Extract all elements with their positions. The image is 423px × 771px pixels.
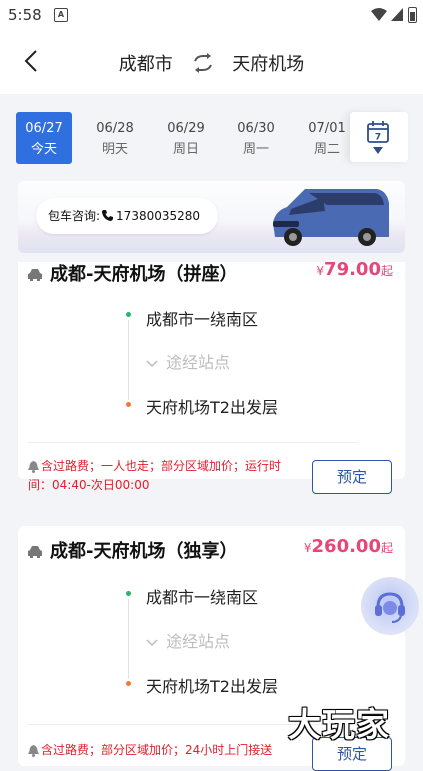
destination-stop: 天府机场T2出发层	[146, 398, 278, 417]
swap-icon[interactable]	[191, 53, 215, 73]
charter-banner: 包车咨询: 17380035280	[18, 181, 405, 253]
price-suffix: 起	[380, 264, 393, 278]
bell-icon	[28, 460, 39, 473]
via-stops-toggle[interactable]: 途经站点	[146, 628, 230, 652]
destination-stop: 天府机场T2出发层	[146, 677, 278, 696]
via-label: 途经站点	[166, 632, 231, 651]
wifi-icon	[371, 8, 387, 21]
via-stops-toggle[interactable]: 途经站点	[146, 349, 230, 373]
customer-service-button[interactable]	[361, 577, 419, 635]
price-suffix: 起	[380, 541, 393, 555]
trip-note: 含过路费；一人也走；部分区域加价；运行时间：04:40-次日00:00	[28, 457, 300, 495]
destination-dot	[126, 681, 131, 686]
weekday-label: 周一	[242, 142, 269, 157]
via-label: 途经站点	[166, 353, 231, 372]
dropdown-caret-icon	[373, 147, 383, 154]
origin-dot	[126, 312, 131, 317]
watermark: 大玩家	[288, 705, 390, 744]
date-label: 06/27	[25, 121, 63, 136]
destination-dot	[126, 402, 131, 407]
date-tab[interactable]: 06/27 今天	[16, 112, 72, 164]
trip-note: 含过路费；部分区域加价；24小时上门接送	[28, 741, 300, 760]
trip-title-text: 成都-天府机场（拼座）	[50, 264, 238, 285]
book-button[interactable]: 预定	[312, 460, 392, 494]
trip-note-text: 含过路费；部分区域加价；24小时上门接送	[41, 743, 273, 757]
van-image	[273, 189, 389, 246]
trip-title: 成都-天府机场（独享）	[28, 537, 237, 563]
date-selector: 06/27 今天 06/28 明天 06/29 周日 06/30 周一 07/0…	[16, 112, 408, 164]
calendar-button[interactable]: 7	[350, 112, 408, 162]
calendar-icon: 7	[367, 121, 389, 143]
date-tab[interactable]: 06/29 周日	[158, 112, 214, 164]
origin-stop: 成都市一绕南区	[146, 588, 259, 607]
charter-phone: 17380035280	[116, 209, 201, 223]
trip-price: ¥260.00起	[304, 536, 393, 557]
weekday-label: 明天	[101, 142, 128, 157]
route-title: 成都市 天府机场	[0, 50, 423, 76]
date-tab[interactable]: 06/28 明天	[87, 112, 143, 164]
date-tab[interactable]: 06/30 周一	[228, 112, 284, 164]
car-icon	[28, 546, 42, 558]
price-value: 260.00	[311, 536, 381, 557]
date-tab[interactable]: 07/01 周二	[299, 112, 352, 164]
trip-card[interactable]: 成都-天府机场（拼座） ¥79.00起 成都市一绕南区 途经站点 天府机场T2出…	[18, 259, 405, 494]
origin-stop: 成都市一绕南区	[146, 310, 259, 329]
date-label: 06/28	[96, 121, 134, 136]
status-bar: 5:58 A	[0, 0, 423, 30]
calendar-day: 7	[375, 133, 381, 143]
car-icon	[28, 269, 42, 281]
charter-contact-pill[interactable]: 包车咨询: 17380035280	[36, 198, 218, 234]
weekday-label: 周二	[313, 142, 340, 157]
price-value: 79.00	[324, 259, 381, 280]
origin-dot	[126, 591, 131, 596]
price-currency: ¥	[303, 541, 312, 555]
phone-icon	[102, 210, 114, 221]
headset-icon	[375, 592, 405, 623]
bell-icon	[28, 744, 39, 757]
trip-title-text: 成都-天府机场（独享）	[50, 541, 238, 562]
header: 成都市 天府机场	[0, 30, 423, 94]
trip-price: ¥79.00起	[316, 259, 393, 280]
notification-icon: A	[54, 8, 68, 22]
price-currency: ¥	[316, 264, 325, 278]
signal-icon	[391, 8, 403, 21]
date-label: 06/30	[237, 121, 275, 136]
route-from: 成都市	[118, 54, 173, 75]
date-label: 06/29	[167, 121, 205, 136]
chevron-down-icon	[146, 359, 158, 367]
trip-title: 成都-天府机场（拼座）	[28, 260, 237, 286]
date-list: 06/27 今天 06/28 明天 06/29 周日 06/30 周一 07/0…	[16, 112, 352, 164]
date-label: 07/01	[308, 121, 346, 136]
route-line	[128, 599, 129, 679]
route-to: 天府机场	[232, 54, 305, 75]
trip-note-text: 含过路费；一人也走；部分区域加价；运行时间：04:40-次日00:00	[28, 459, 282, 492]
charter-label: 包车咨询:	[48, 209, 101, 223]
weekday-label: 今天	[30, 142, 57, 157]
status-time: 5:58	[8, 6, 42, 24]
divider	[28, 442, 358, 443]
chevron-down-icon	[146, 638, 158, 646]
weekday-label: 周日	[172, 142, 199, 157]
battery-icon	[408, 7, 417, 23]
route-line	[128, 320, 129, 400]
